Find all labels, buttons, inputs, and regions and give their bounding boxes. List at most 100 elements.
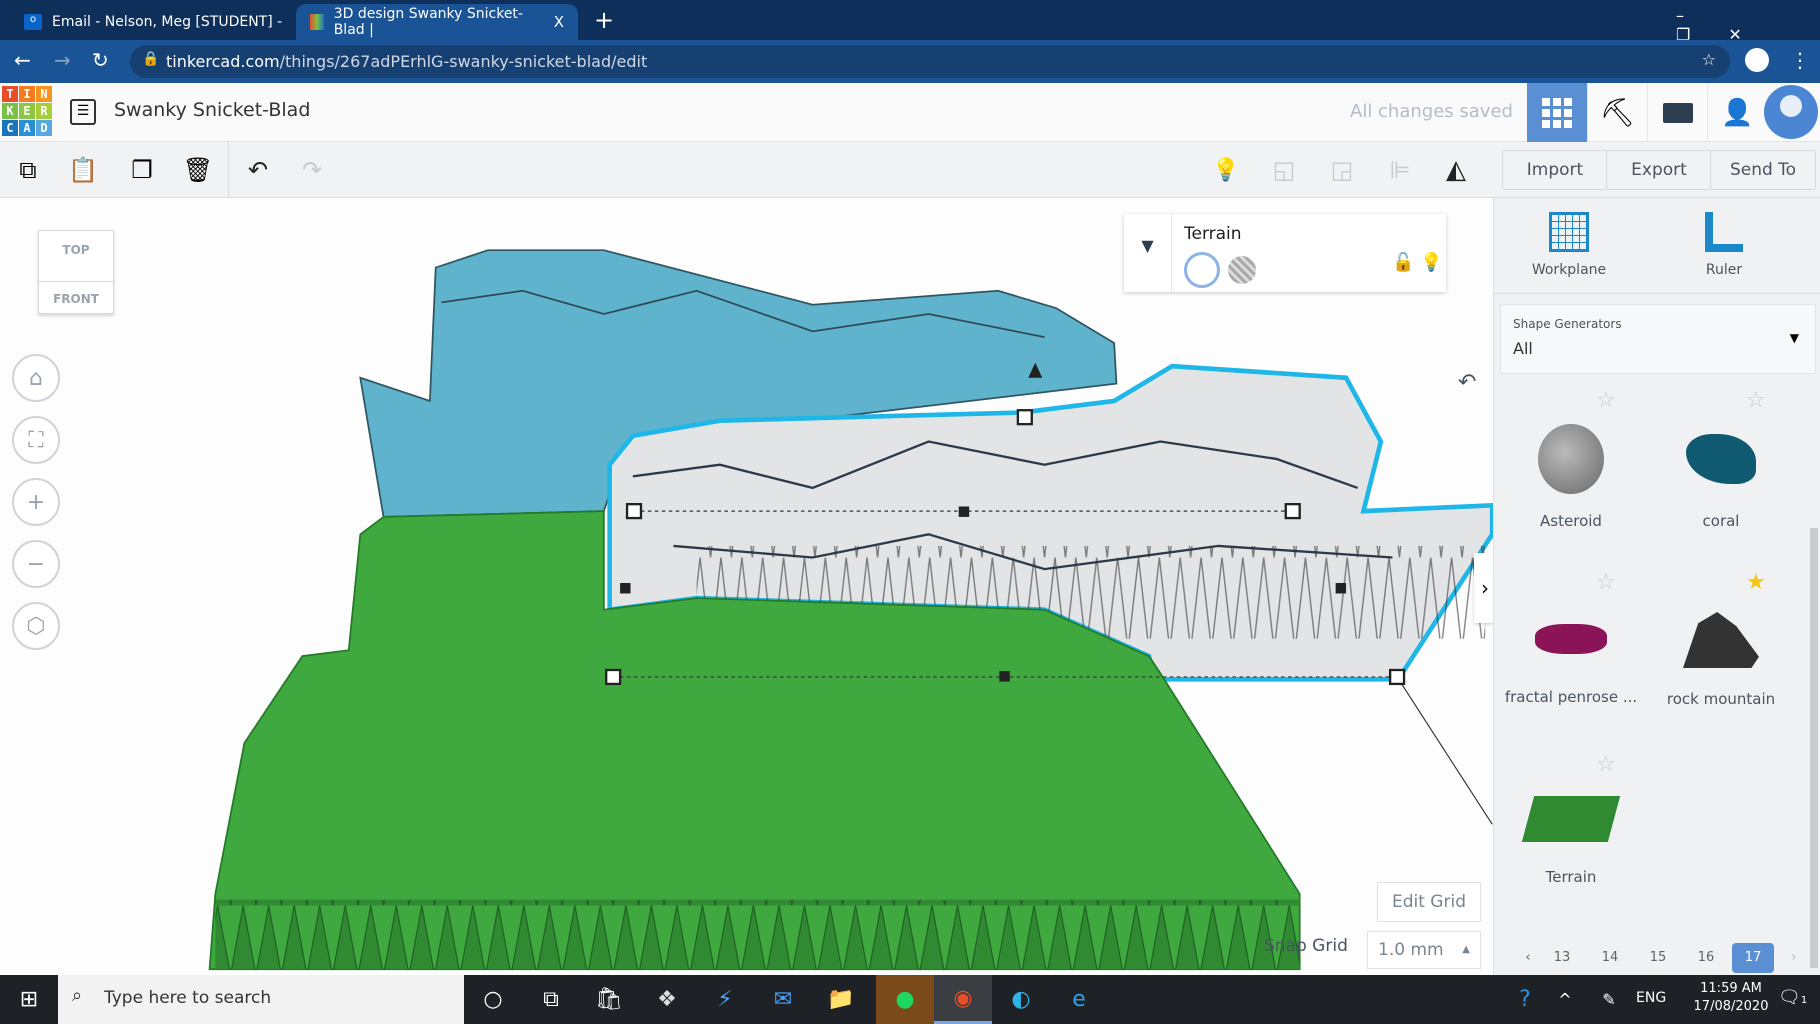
page-17-current[interactable]: 17 xyxy=(1732,943,1774,973)
3d-design-view-button[interactable] xyxy=(1527,83,1587,142)
generators-label: Shape Generators xyxy=(1513,317,1622,331)
favorite-star-icon[interactable]: ☆ xyxy=(1596,388,1616,413)
favorite-star-filled-icon[interactable]: ★ xyxy=(1746,570,1766,595)
taskbar-search[interactable]: ⌕Type here to search xyxy=(58,975,464,1024)
design-title[interactable]: Swanky Snicket-Blad xyxy=(114,99,310,121)
copy-icon[interactable]: ⧉ xyxy=(8,150,48,190)
import-button[interactable]: Import xyxy=(1502,150,1608,190)
page-13[interactable]: 13 xyxy=(1544,943,1580,973)
close-tab-icon[interactable]: X xyxy=(554,13,564,31)
ruler-tool[interactable]: Ruler xyxy=(1649,212,1799,278)
snap-grid-select[interactable]: 1.0 mm▲ xyxy=(1367,931,1481,969)
zoom-out-button[interactable]: − xyxy=(12,540,60,588)
favorite-star-icon[interactable]: ☆ xyxy=(1596,752,1616,777)
align-icon[interactable]: ⊫ xyxy=(1380,150,1420,190)
forward-icon[interactable]: → xyxy=(54,48,71,72)
coral-thumbnail xyxy=(1686,434,1756,484)
url-input[interactable]: 🔒 tinkercad.com/things/267adPErhlG-swank… xyxy=(130,45,1730,78)
favorite-star-icon[interactable]: ☆ xyxy=(1596,570,1616,595)
tab-tinkercad[interactable]: 3D design Swanky Snicket-Blad | X xyxy=(296,4,578,40)
panel-scrollbar[interactable] xyxy=(1810,528,1818,968)
view-cube-top[interactable]: TOP xyxy=(39,243,113,257)
view-cube[interactable]: TOP FRONT xyxy=(38,230,114,314)
ruler-icon xyxy=(1705,212,1743,252)
hole-button[interactable] xyxy=(1228,256,1256,284)
clock[interactable]: 11:59 AM17/08/2020 xyxy=(1676,981,1786,1014)
profile-icon[interactable] xyxy=(1745,48,1769,72)
tab-email[interactable]: o Email - Nelson, Meg [STUDENT] - X xyxy=(10,4,330,40)
undo-icon[interactable]: ↶ xyxy=(238,150,278,190)
3d-scene[interactable] xyxy=(0,198,1493,975)
show-hide-lightbulb-icon[interactable]: 💡 xyxy=(1206,150,1246,190)
3d-workspace[interactable]: TOP FRONT ⌂ ⛶ + − ⬡ ▼ Terrain 🔓 💡 ↶ › Ed… xyxy=(0,198,1493,975)
duplicate-icon[interactable]: ❐ xyxy=(122,150,162,190)
page-prev[interactable]: ‹ xyxy=(1510,943,1546,973)
spotify-icon[interactable]: ● xyxy=(876,975,934,1024)
task-view-icon[interactable]: ⧉ xyxy=(522,975,580,1024)
design-list-icon[interactable]: ☰ xyxy=(70,99,96,125)
favorite-star-icon[interactable]: ☆ xyxy=(1746,388,1766,413)
shape-generators-select[interactable]: Shape Generators All ▼ xyxy=(1500,304,1816,374)
shape-inspector: ▼ Terrain 🔓 💡 xyxy=(1124,214,1446,292)
blocks-pickaxe-button[interactable]: ⛏ xyxy=(1587,83,1647,142)
group-icon[interactable]: ◱ xyxy=(1264,150,1304,190)
view-cube-front[interactable]: FRONT xyxy=(39,281,113,306)
app-icon[interactable]: ⚡ xyxy=(696,975,754,1024)
dropbox-icon[interactable]: ❖ xyxy=(638,975,696,1024)
store-icon[interactable]: 🛍 xyxy=(580,975,638,1024)
new-tab-button[interactable]: + xyxy=(594,6,614,34)
terrain-thumbnail xyxy=(1522,796,1620,842)
menu-icon[interactable]: ⋮ xyxy=(1790,48,1810,72)
bricks-button[interactable] xyxy=(1647,83,1707,142)
redo-icon[interactable]: ↷ xyxy=(292,150,332,190)
brick-icon xyxy=(1663,103,1693,123)
windows-start-icon[interactable]: ⊞ xyxy=(0,975,58,1024)
edge-icon[interactable]: ◐ xyxy=(992,975,1050,1024)
delete-trash-icon[interactable]: 🗑 xyxy=(178,150,218,190)
back-icon[interactable]: ← xyxy=(14,48,31,72)
shape-fractal-penrose[interactable]: ☆ fractal penrose ... xyxy=(1496,570,1646,720)
shape-name: fractal penrose ... xyxy=(1496,688,1646,706)
rotate-view-icon[interactable]: ↶ xyxy=(1458,370,1476,395)
page-15[interactable]: 15 xyxy=(1640,943,1676,973)
fit-icon: ⛶ xyxy=(28,428,43,453)
fit-view-button[interactable]: ⛶ xyxy=(12,416,60,464)
internet-explorer-icon[interactable]: e xyxy=(1050,975,1108,1024)
expand-panel-chevron-icon[interactable]: › xyxy=(1474,553,1493,623)
perspective-button[interactable]: ⬡ xyxy=(12,602,60,650)
pen-icon[interactable]: ✎ xyxy=(1580,975,1638,1024)
mirror-icon[interactable]: ◭ xyxy=(1436,150,1476,190)
solid-color-button[interactable] xyxy=(1184,252,1220,288)
page-16[interactable]: 16 xyxy=(1688,943,1724,973)
shape-asteroid[interactable]: ☆Asteroid xyxy=(1496,388,1646,538)
workplane-tool[interactable]: Workplane xyxy=(1494,212,1644,278)
notifications-icon[interactable]: 🗨1 xyxy=(1778,987,1807,1008)
page-next[interactable]: › xyxy=(1776,943,1812,973)
language-indicator[interactable]: ENG xyxy=(1636,990,1666,1006)
user-avatar[interactable] xyxy=(1764,85,1818,139)
export-button[interactable]: Export xyxy=(1606,150,1712,190)
ungroup-icon[interactable]: ◲ xyxy=(1322,150,1362,190)
edit-grid-button[interactable]: Edit Grid xyxy=(1377,882,1481,922)
send-to-button[interactable]: Send To xyxy=(1710,150,1816,190)
shape-terrain[interactable]: ☆Terrain xyxy=(1496,752,1646,902)
invite-user-button[interactable]: 👤 xyxy=(1707,83,1767,142)
zoom-in-button[interactable]: + xyxy=(12,478,60,526)
divider xyxy=(228,142,229,198)
cortana-icon[interactable]: ○ xyxy=(464,975,522,1024)
lightbulb-icon[interactable]: 💡 xyxy=(1420,252,1442,273)
chrome-icon[interactable]: ◉ xyxy=(934,975,992,1024)
collapse-inspector-icon[interactable]: ▼ xyxy=(1124,214,1172,292)
bookmark-star-icon[interactable]: ☆ xyxy=(1702,50,1716,69)
mail-icon[interactable]: ✉ xyxy=(754,975,812,1024)
unlock-icon[interactable]: 🔓 xyxy=(1392,252,1414,273)
shape-rock-mountain[interactable]: ★rock mountain xyxy=(1646,570,1796,720)
tinkercad-logo[interactable]: TIN KER CAD xyxy=(2,86,52,136)
reload-icon[interactable]: ↻ xyxy=(92,48,109,72)
file-explorer-icon[interactable]: 📁 xyxy=(812,975,870,1024)
shape-coral[interactable]: ☆coral xyxy=(1646,388,1796,538)
window-controls[interactable]: –❐✕ xyxy=(1676,6,1820,44)
home-view-button[interactable]: ⌂ xyxy=(12,354,60,402)
paste-icon[interactable]: 📋 xyxy=(63,150,103,190)
page-14[interactable]: 14 xyxy=(1592,943,1628,973)
